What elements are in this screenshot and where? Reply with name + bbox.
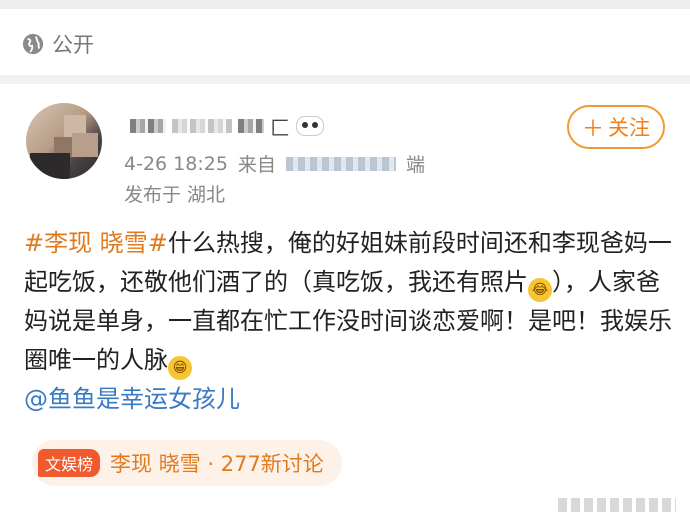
post-location: 发布于 湖北	[124, 184, 226, 206]
plus-icon: ＋	[581, 117, 604, 142]
hot-topic-text: 李现 晓雪 · 277新讨论	[110, 452, 324, 476]
nickname-mosaic	[172, 119, 232, 133]
bottom-area	[0, 492, 690, 524]
panda-badge-icon	[296, 116, 324, 136]
author-nickname[interactable]: 匚	[130, 112, 324, 140]
source-device-blur	[285, 156, 396, 171]
follow-label: 关注	[608, 116, 650, 140]
nickname-mosaic	[238, 119, 264, 133]
top-strip	[0, 0, 690, 9]
avatar[interactable]	[26, 103, 102, 179]
post-time: 4-26 18:25	[124, 152, 228, 175]
grin-emoji-icon: 😁	[168, 356, 192, 380]
section-divider	[0, 75, 690, 84]
source-prefix: 来自	[237, 154, 276, 176]
laugh-cry-emoji-icon: 😂	[528, 278, 552, 302]
mention-link[interactable]: @鱼鱼是幸运女孩儿	[24, 385, 240, 413]
watermark-blur	[558, 498, 676, 512]
post-meta: 4-26 18:25 来自 端	[124, 150, 425, 177]
follow-button[interactable]: ＋ 关注	[567, 105, 665, 149]
hot-list-badge: 文娱榜	[38, 449, 101, 477]
nickname-mosaic	[130, 119, 166, 133]
visibility-label: 公开	[52, 33, 94, 57]
nickname-tail: 匚	[270, 115, 290, 140]
hot-topic-card[interactable]: 文娱榜 李现 晓雪 · 277新讨论	[32, 440, 342, 486]
globe-icon	[22, 33, 44, 55]
post-text: #李现 晓雪#什么热搜，俺的好姐妹前段时间还和李现爸妈一起吃饭，还敬他们酒了的（…	[24, 224, 674, 419]
source-suffix: 端	[405, 154, 425, 176]
visibility-indicator: 公开	[22, 28, 94, 60]
topic-link[interactable]: #李现 晓雪#	[24, 229, 168, 257]
